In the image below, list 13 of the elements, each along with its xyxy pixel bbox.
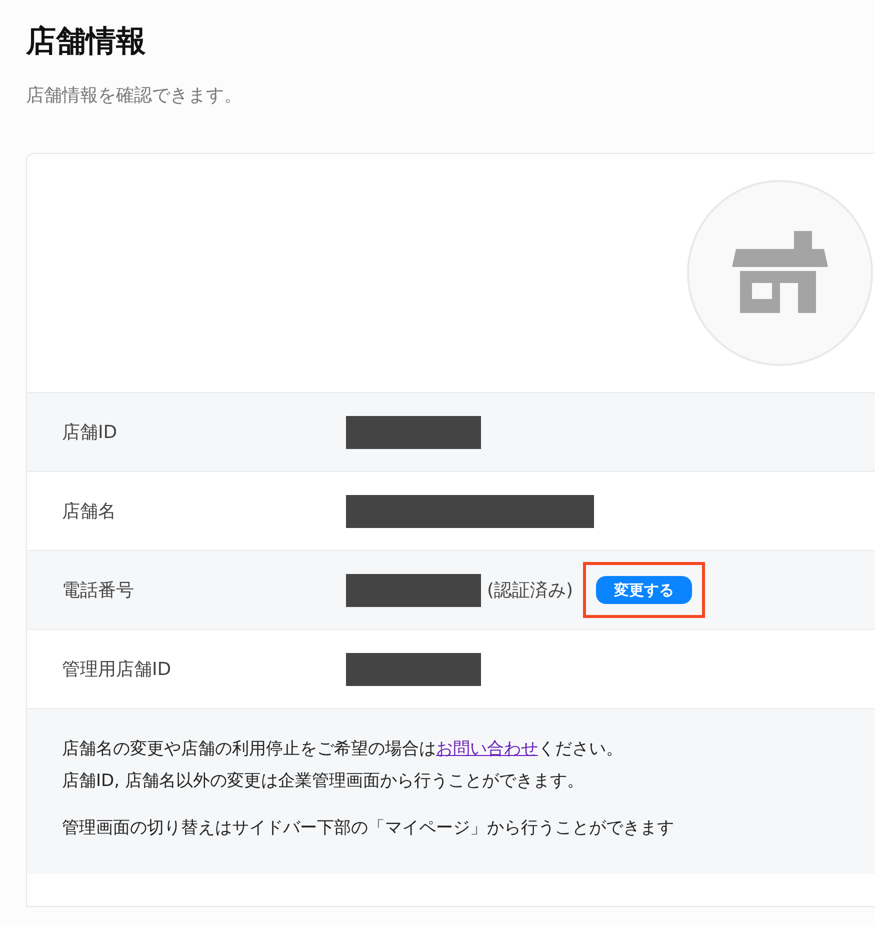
change-button[interactable]: 変更する xyxy=(596,576,692,604)
notice-text: 管理画面の切り替えはサイドバー下部の「マイページ」から行うことができます xyxy=(62,816,675,840)
notice-text: 店舗ID, 店舗名以外の変更は企業管理画面から行うことができます。 xyxy=(62,770,585,794)
field-label: 管理用店舗ID xyxy=(62,658,172,682)
field-label: 店舗ID xyxy=(62,420,118,444)
page-subtitle: 店舗情報を確認できます。 xyxy=(26,84,243,108)
field-label: 電話番号 xyxy=(62,578,135,602)
field-label: 店舗名 xyxy=(62,500,117,524)
contact-link[interactable]: お問い合わせ xyxy=(436,739,538,759)
verified-note: (認証済み) xyxy=(487,578,574,602)
notice-text: 店舗名の変更や店舗の利用停止をご希望の場合はお問い合わせ ください。 xyxy=(62,738,624,761)
page-title: 店舗情報 xyxy=(26,24,147,60)
house-icon xyxy=(732,231,828,315)
